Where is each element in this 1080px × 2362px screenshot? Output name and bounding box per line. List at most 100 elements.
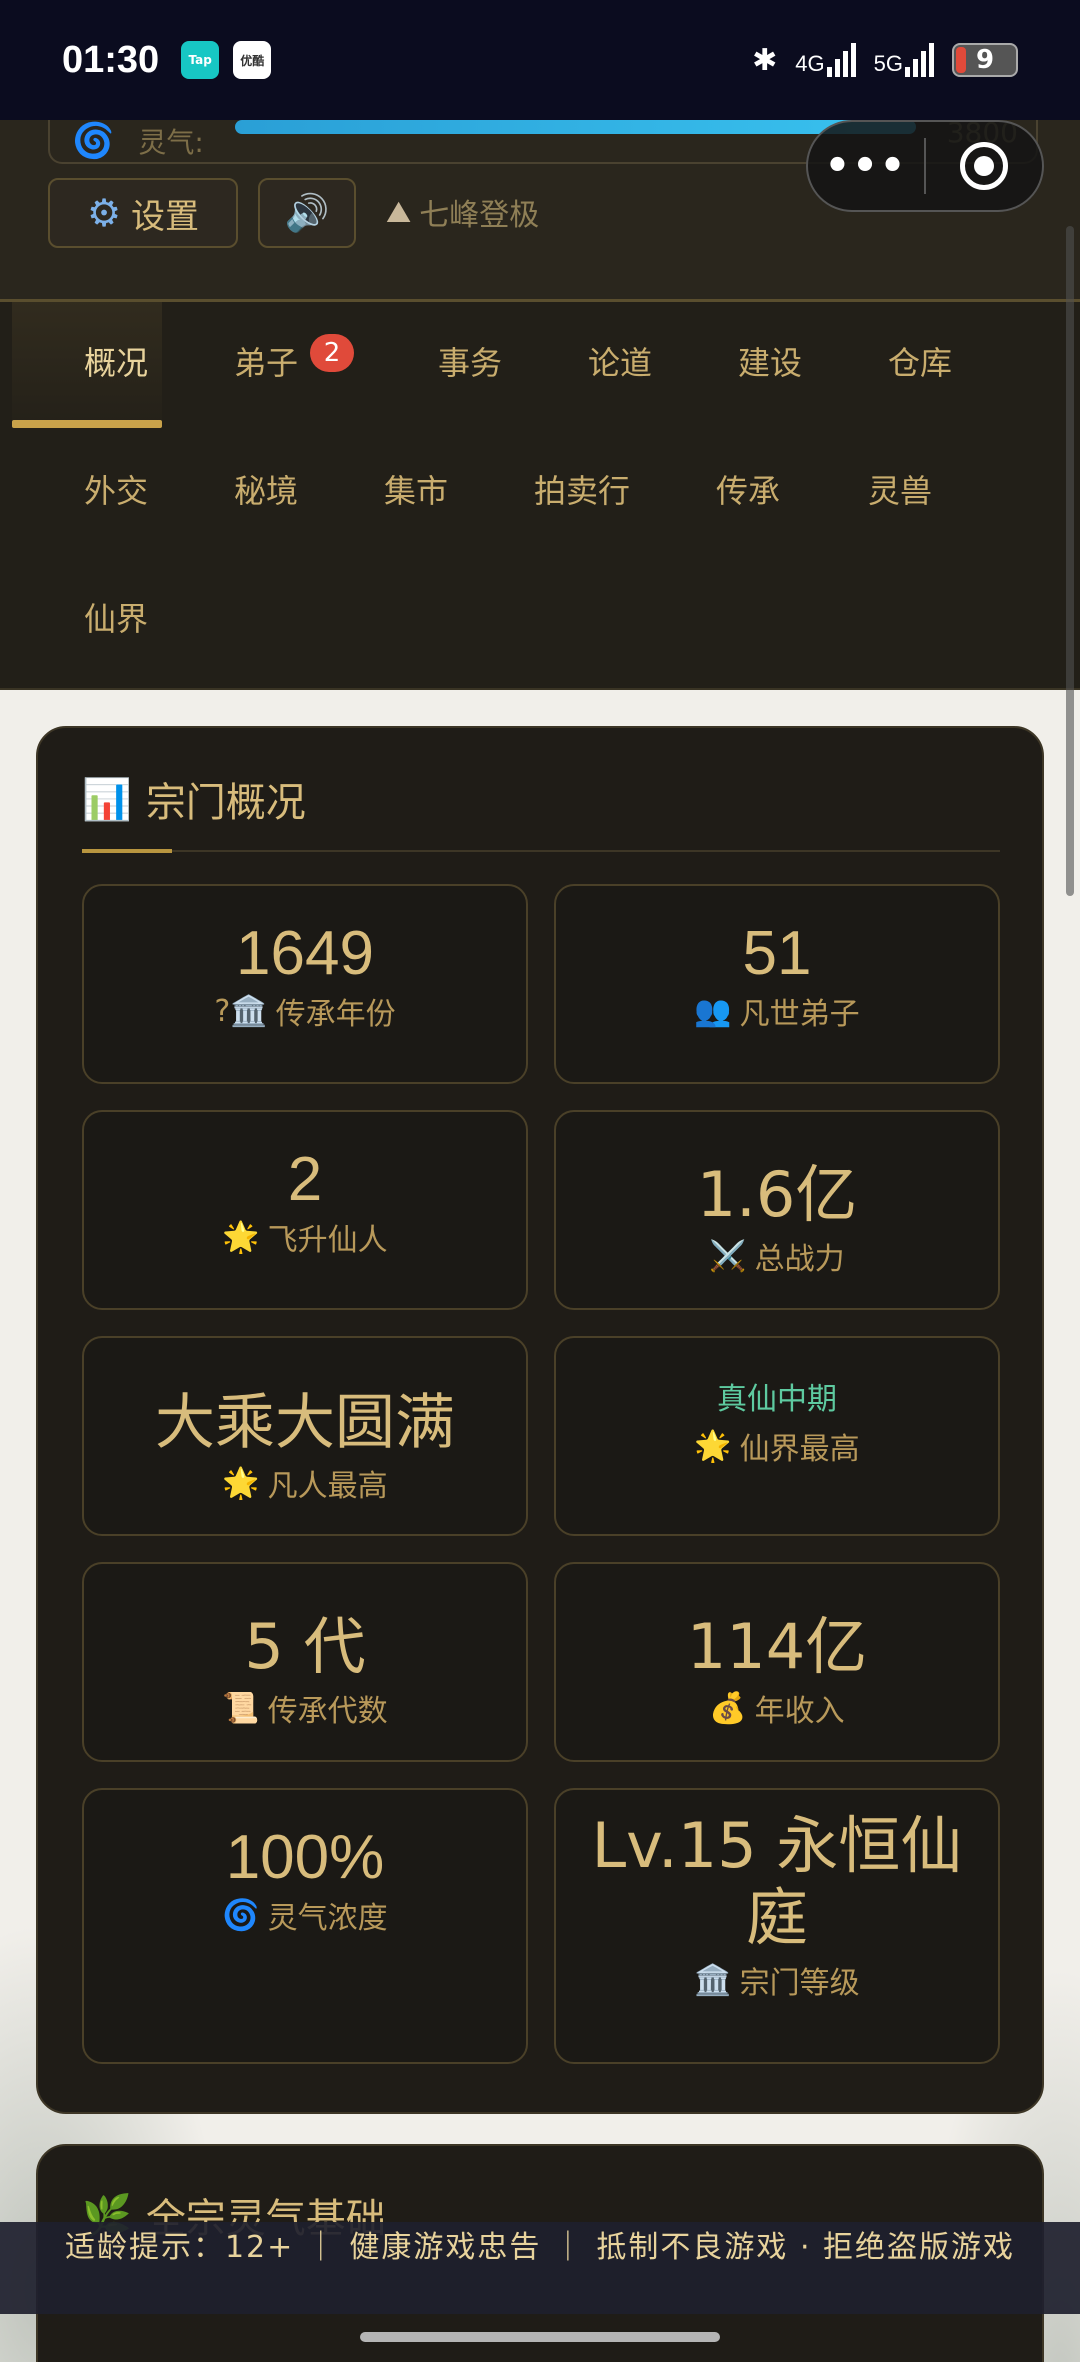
mountain-icon: ⛰ [386,194,412,230]
aura-progress-bar [235,120,916,134]
star-icon: 🌟 [222,1219,260,1255]
tab-secret-realm[interactable]: 秘境 [234,466,298,516]
bluetooth-icon: ✱ [752,42,778,78]
stat-value: 1.6亿 [696,1158,858,1231]
tab-construction[interactable]: 建设 [738,338,802,388]
tab-overview[interactable]: 概况 [84,338,148,388]
stat-mortal-disciples: 51 👥 凡世弟子 [554,884,1000,1084]
youku-app-icon: 优酷 [233,41,272,79]
signal-5g: 5G [874,43,934,77]
stat-label: 🌀 灵气浓度 [84,1893,526,1937]
stat-total-power: 1.6亿 ⚔️ 总战力 [554,1110,1000,1310]
stat-generations: 5 代 📜 传承代数 [82,1562,528,1762]
temple-icon: 🏛️ [694,1962,732,1998]
taptap-app-icon: Tap [181,41,220,79]
signal-4g-label: 4G [795,51,825,76]
stat-immortal-highest: 真仙中期 🌟 仙界最高 [554,1336,1000,1536]
stat-label-text: 仙界最高 [739,1432,860,1467]
stat-label: ?🏛️ 传承年份 [84,989,526,1033]
signal-5g-label: 5G [873,51,903,76]
stat-value: 1649 [236,919,374,988]
tab-market[interactable]: 集市 [384,466,448,516]
more-menu-button[interactable]: ••• [808,143,924,189]
stat-label-text: 飞升仙人 [267,1223,388,1258]
realm-indicator: ⛰ 七峰登极 [386,190,539,234]
tab-immortal-realm[interactable]: 仙界 [84,594,148,644]
more-dots-icon: ••• [824,143,908,189]
stat-value: 51 [742,919,812,988]
stat-label-text: 宗门等级 [739,1966,860,2001]
stat-value: Lv.15 永恒仙庭 [591,1809,963,1954]
money-bag-icon: 💰 [709,1690,747,1726]
spiral-icon: 🌀 [72,121,115,161]
miniprogram-capsule: ••• [806,120,1044,212]
settings-button[interactable]: ⚙ 设置 [48,178,238,248]
stat-label-text: 传承代数 [267,1694,388,1729]
crossed-swords-icon: ⚔️ [709,1238,747,1274]
stat-label-text: 凡人最高 [267,1469,388,1504]
stat-value: 真仙中期 [717,1382,837,1417]
signal-bars-icon [905,43,934,77]
tab-discourse[interactable]: 论道 [588,338,652,388]
signal-bars-icon [826,43,856,77]
close-miniprogram-button[interactable] [926,142,1042,190]
settings-label: 设置 [131,196,200,237]
sound-button[interactable]: 🔊 [258,178,356,248]
status-time: 01:30 [62,38,160,81]
battery-icon: 9 [952,43,1018,77]
tab-warehouse[interactable]: 仓库 [888,338,952,388]
stat-label: 📜 传承代数 [84,1686,526,1730]
speaker-icon: 🔊 [284,193,330,234]
home-indicator[interactable] [360,2332,720,2342]
tab-inheritance[interactable]: 传承 [716,466,780,516]
stat-sect-level: Lv.15 永恒仙庭 🏛️ 宗门等级 [554,1788,1000,2064]
tab-affairs[interactable]: 事务 [438,338,502,388]
title-divider-accent [82,849,172,853]
sect-overview-card: 📊 宗门概况 1649 ?🏛️ 传承年份 51 👥 凡世弟子 2 🌟 飞升仙人 1.6… [36,726,1044,2114]
temple-icon: ?🏛️ [214,993,268,1029]
stat-label: 💰 年收入 [556,1686,998,1730]
scroll-icon: 📜 [222,1690,260,1726]
signal-4g: 4G [795,43,856,77]
spiral-icon: 🌀 [222,1897,260,1933]
stat-label: 👥 凡世弟子 [556,989,998,1033]
stat-label: 🏛️ 宗门等级 [556,1958,998,2002]
bar-chart-icon: 📊 [82,776,132,823]
notice-text: 适龄提示：12+ ｜ 健康游戏忠告 ｜ 抵制不良游戏 · 拒绝盗版游戏 [64,2230,1016,2265]
target-icon [959,142,1008,190]
stat-annual-income: 114亿 💰 年收入 [554,1562,1000,1762]
stat-label-text: 传承年份 [275,997,396,1032]
stat-mortal-highest: 大乘大圆满 🌟 凡人最高 [82,1336,528,1536]
tab-disciples[interactable]: 弟子 [234,338,298,388]
status-bar: 01:30 Tap 优酷 ✱ 4G 5G 9 [0,0,1080,120]
stat-heritage-years: 1649 ?🏛️ 传承年份 [82,884,528,1084]
people-icon: 👥 [694,993,732,1029]
tab-spirit-beasts[interactable]: 灵兽 [868,466,932,516]
active-tab-underline [12,420,162,428]
main-tab-bar: 概况 弟子 2 事务 论道 建设 仓库 外交 秘境 集市 拍卖行 传承 灵兽 仙… [0,302,1080,690]
stat-aura-density: 100% 🌀 灵气浓度 [82,1788,528,2064]
gear-icon: ⚙ [86,191,122,235]
title-divider [82,850,1000,852]
stat-label-text: 灵气浓度 [267,1901,388,1936]
star-icon: 🌟 [222,1465,260,1501]
stat-label: ⚔️ 总战力 [556,1234,998,1278]
stat-value: 5 代 [244,1610,366,1683]
stat-label-text: 总战力 [754,1242,845,1277]
stat-label-text: 凡世弟子 [739,997,860,1032]
age-rating-notice: 适龄提示：12+ ｜ 健康游戏忠告 ｜ 抵制不良游戏 · 拒绝盗版游戏 [0,2222,1080,2314]
stat-value: 100% [225,1823,385,1892]
stat-label: 🌟 仙界最高 [556,1424,998,1468]
overview-title: 宗门概况 [145,780,306,826]
tab-auction[interactable]: 拍卖行 [534,466,630,516]
scrollbar[interactable] [1066,226,1074,896]
star-icon: 🌟 [694,1428,732,1464]
card-title: 📊 宗门概况 [82,770,306,828]
tab-diplomacy[interactable]: 外交 [84,466,148,516]
stat-label: 🌟 凡人最高 [84,1461,526,1505]
battery-level: 9 [975,45,995,75]
aura-label: 灵气: [138,126,204,159]
stat-value: 大乘大圆满 [155,1388,455,1458]
stat-label: 🌟 飞升仙人 [84,1215,526,1259]
realm-name: 七峰登极 [419,198,540,233]
